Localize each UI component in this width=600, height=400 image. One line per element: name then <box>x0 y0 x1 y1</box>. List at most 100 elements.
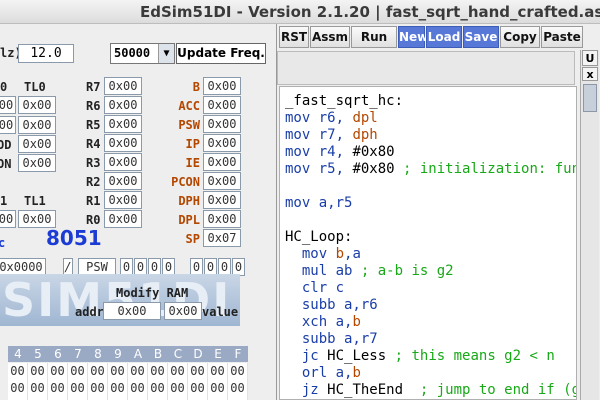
freq-combo[interactable]: 50000 ▼ <box>110 43 175 64</box>
register-label: R6 <box>86 99 101 113</box>
register-value[interactable]: 0x00 <box>104 77 142 95</box>
run-button[interactable]: Run <box>351 26 397 48</box>
sfr-value[interactable]: 0x00 <box>203 210 241 228</box>
code-line: subb a,r7 <box>285 331 378 348</box>
timer-th1[interactable]: 00 <box>0 210 16 228</box>
memory-cell[interactable]: 00 <box>8 363 28 380</box>
memory-cell[interactable]: 00 <box>28 380 48 397</box>
code-token: subb a,r7 <box>285 331 378 347</box>
frequency-input[interactable]: 12.0 <box>18 44 74 63</box>
register-value[interactable]: 0x00 <box>104 191 142 209</box>
memory-cell[interactable]: 00 <box>88 380 108 397</box>
assm-button[interactable]: Assm <box>310 26 350 48</box>
memory-cell[interactable]: 00 <box>128 363 148 380</box>
chevron-down-icon[interactable]: ▼ <box>158 44 174 63</box>
sfr-label: IE <box>185 156 200 170</box>
tmod-label: OD <box>0 138 12 152</box>
code-editor[interactable]: _fast_sqrt_hc: mov r6, dpl mov r7, dph mov … <box>279 86 577 400</box>
save-button[interactable]: Save <box>463 26 499 48</box>
timer-tl0b[interactable]: 0x00 <box>18 116 56 134</box>
th0-header: 0 <box>0 80 8 94</box>
memory-cell[interactable]: 00 <box>148 363 168 380</box>
sfr-label: ACC <box>178 99 200 113</box>
tmod-value[interactable]: 0x00 <box>18 135 56 153</box>
memory-cell[interactable]: 00 <box>68 363 88 380</box>
code-token: #0x80 <box>352 161 395 177</box>
pc-label: c <box>0 236 6 250</box>
register-label: R4 <box>86 137 101 151</box>
sfr-value[interactable]: 0x00 <box>203 77 241 95</box>
grid-column-header: C <box>168 346 188 362</box>
code-token: mov <box>285 127 319 143</box>
memory-cell[interactable]: 00 <box>48 380 68 397</box>
memory-cell[interactable]: 00 <box>208 380 228 397</box>
window-title: EdSim51DI - Version 2.1.20 | fast_sqrt_h… <box>0 0 600 24</box>
sfr-label: DPH <box>178 194 200 208</box>
code-line: orl a,b <box>285 365 361 382</box>
update-freq-button[interactable]: Update Freq. <box>176 43 266 64</box>
timer-tl0[interactable]: 0x00 <box>18 96 56 114</box>
code-token: jz <box>285 382 328 398</box>
sfr-label: B <box>192 80 200 94</box>
sfr-value[interactable]: 0x00 <box>203 134 241 152</box>
memory-cell[interactable]: 00 <box>8 380 28 397</box>
register-value[interactable]: 0x00 <box>104 115 142 133</box>
tl1-header: TL1 <box>24 194 46 208</box>
scrollbar-thumb[interactable] <box>583 84 597 112</box>
code-line: xch a,b <box>285 314 361 331</box>
memory-cell[interactable]: 00 <box>48 363 68 380</box>
sfr-value[interactable]: 0x07 <box>203 229 241 247</box>
sfr-value[interactable]: 0x00 <box>203 153 241 171</box>
memory-cell[interactable]: 00 <box>128 380 148 397</box>
ram-value-input[interactable]: 0x00 <box>164 302 202 320</box>
memory-cell[interactable]: 00 <box>188 380 208 397</box>
sfr-value[interactable]: 0x00 <box>203 191 241 209</box>
editor-scrollbar[interactable]: U x <box>580 50 599 400</box>
sfr-value[interactable]: 0x00 <box>203 115 241 133</box>
scroll-up-button[interactable]: U <box>582 50 598 66</box>
grid-column-header: 6 <box>48 346 68 362</box>
code-token: mov <box>285 246 336 262</box>
ram-addr-input[interactable]: 0x00 <box>103 302 161 320</box>
code-token: mul ab <box>285 263 353 279</box>
register-label: R3 <box>86 156 101 170</box>
register-value[interactable]: 0x00 <box>104 96 142 114</box>
code-token: xch a, <box>285 314 353 330</box>
memory-cell[interactable]: 00 <box>108 363 128 380</box>
memory-cell[interactable]: 00 <box>168 380 188 397</box>
timer-th0b[interactable]: 00 <box>0 116 16 134</box>
load-button[interactable]: Load <box>426 26 462 48</box>
memory-cell[interactable]: 00 <box>88 363 108 380</box>
code-token: ; this means g2 < n <box>386 348 555 364</box>
memory-cell[interactable]: 00 <box>148 380 168 397</box>
memory-cell[interactable]: 00 <box>208 363 228 380</box>
memory-cell[interactable]: 00 <box>188 363 208 380</box>
code-token: orl a, <box>285 365 353 381</box>
new-button[interactable]: New <box>398 26 428 48</box>
value-label: value <box>202 305 239 319</box>
memory-cell[interactable]: 00 <box>28 363 48 380</box>
paste-button[interactable]: Paste <box>541 26 583 48</box>
code-token: subb a,r6 <box>285 297 378 313</box>
sfr-label: DPL <box>178 213 200 227</box>
timer-th0[interactable]: 00 <box>0 96 16 114</box>
memory-cell[interactable]: 00 <box>108 380 128 397</box>
register-value[interactable]: 0x00 <box>104 134 142 152</box>
grid-column-header: D <box>188 346 208 362</box>
memory-cell[interactable]: 00 <box>228 363 248 380</box>
register-label: R5 <box>86 118 101 132</box>
sfr-value[interactable]: 0x00 <box>203 96 241 114</box>
register-value[interactable]: 0x00 <box>104 172 142 190</box>
code-line: mov r7, dph <box>285 127 378 144</box>
copy-button[interactable]: Copy <box>500 26 540 48</box>
memory-cell[interactable]: 00 <box>228 380 248 397</box>
sfr-value[interactable]: 0x00 <box>203 172 241 190</box>
code-token: mov r4, <box>285 144 353 160</box>
tcon-value[interactable]: 0x00 <box>18 154 56 172</box>
memory-cell[interactable]: 00 <box>68 380 88 397</box>
memory-cell[interactable]: 00 <box>168 363 188 380</box>
register-value[interactable]: 0x00 <box>104 153 142 171</box>
rst-button[interactable]: RST <box>279 26 309 48</box>
close-icon[interactable]: x <box>582 67 598 81</box>
register-value[interactable]: 0x00 <box>104 210 142 228</box>
